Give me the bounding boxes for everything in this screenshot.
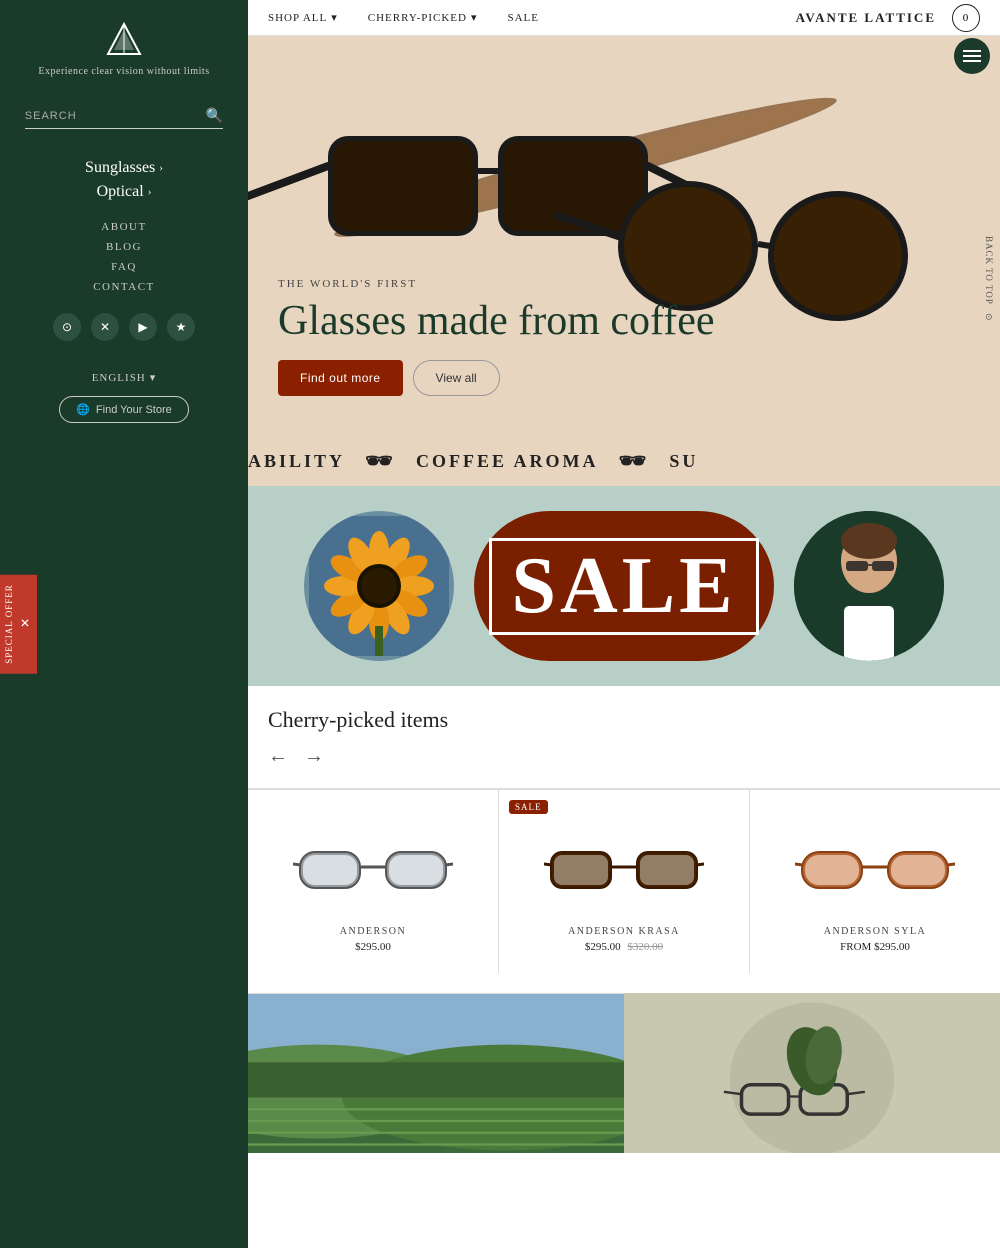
product-image-2 — [544, 830, 704, 910]
landscape-svg — [248, 994, 624, 1153]
search-input[interactable] — [25, 110, 206, 122]
bottom-sections — [248, 993, 1000, 1153]
hero-title: Glasses made from coffee — [278, 298, 715, 344]
search-button[interactable]: 🔍 — [206, 107, 223, 124]
product-card-2[interactable]: SALE ANDERSON KRASA $295.00 — [499, 790, 750, 973]
sale-text: SALE — [489, 538, 760, 635]
cherry-picked-title: Cherry-picked items — [268, 706, 448, 735]
globe-icon: 🌐 — [76, 403, 90, 416]
nav-shop-all[interactable]: SHOP ALL ▾ — [268, 11, 338, 24]
nav-faq[interactable]: FAQ — [111, 261, 137, 273]
search-bar[interactable]: 🔍 — [25, 107, 223, 129]
product-detail-svg — [624, 993, 1000, 1153]
sale-badge: SALE — [509, 800, 548, 814]
close-icon[interactable]: ✕ — [18, 615, 33, 630]
model-image — [794, 511, 944, 661]
sub-nav: ABOUT BLOG FAQ CONTACT — [93, 221, 155, 293]
find-store-button[interactable]: 🌐 Find Your Store — [59, 396, 189, 423]
cherry-picked-header: Cherry-picked items ← → — [248, 706, 1000, 789]
nav-sale[interactable]: SALE — [508, 12, 540, 24]
nav-optical[interactable]: Optical › — [97, 183, 152, 201]
nav-blog[interactable]: BLOG — [106, 241, 142, 253]
product-price-1: $295.00 — [355, 941, 391, 953]
sunflower-image — [309, 516, 449, 656]
sale-banner[interactable]: SALE — [248, 486, 1000, 686]
special-offer-tab[interactable]: SPECIAL OFFER ✕ — [0, 574, 37, 673]
youtube-icon[interactable]: ▶ — [129, 313, 157, 341]
product-name-1: ANDERSON — [340, 926, 406, 937]
top-navigation: SHOP ALL ▾ CHERRY-PICKED ▾ SALE AVANTE L… — [248, 0, 1000, 36]
brand-tagline: Experience clear vision without limits — [18, 66, 229, 77]
hero-subtitle: THE WORLD'S FIRST — [278, 278, 715, 290]
prev-arrow-button[interactable]: ← — [268, 745, 288, 768]
brand-name: AVANTE LATTICE — [796, 10, 936, 26]
products-row: ANDERSON $295.00 SALE — [248, 789, 1000, 973]
view-all-button[interactable]: View all — [413, 360, 500, 396]
product-price-2: $295.00 $320.00 — [585, 941, 663, 953]
nav-about[interactable]: ABOUT — [101, 221, 146, 233]
next-arrow-button[interactable]: → — [304, 745, 324, 768]
glasses-icon-2: 🕶 — [618, 448, 649, 474]
model-circle — [794, 511, 944, 661]
chevron-icon: › — [159, 162, 163, 174]
sale-pill[interactable]: SALE — [474, 511, 774, 661]
language-selector[interactable]: ENGLISH ▾ — [92, 371, 157, 384]
carousel-arrows: ← → — [268, 745, 448, 768]
marquee-content: ABILITY 🕶 COFFEE AROMA 🕶 SU — [248, 448, 698, 474]
main-nav: Sunglasses › Optical › — [85, 159, 163, 201]
cherry-picked-section: Cherry-picked items ← → — [248, 686, 1000, 993]
main-content: SHOP ALL ▾ CHERRY-PICKED ▾ SALE AVANTE L… — [248, 0, 1000, 1248]
nav-cherry-picked[interactable]: CHERRY-PICKED ▾ — [368, 11, 478, 24]
cart-button[interactable]: 0 — [952, 4, 980, 32]
glasses-icon-1: 🕶 — [365, 448, 396, 474]
nav-sunglasses[interactable]: Sunglasses › — [85, 159, 163, 177]
product-detail-image[interactable] — [624, 994, 1000, 1153]
product-card-3[interactable]: ANDERSON SYLA FROM $295.00 — [750, 790, 1000, 973]
instagram-icon[interactable]: ⊙ — [53, 313, 81, 341]
social-links: ⊙ ✕ ▶ ★ — [53, 313, 195, 341]
arrow-up-icon: ⊙ — [984, 313, 994, 322]
product-price-3: FROM $295.00 — [840, 941, 910, 953]
logo-area: Experience clear vision without limits — [18, 20, 229, 97]
landscape-image[interactable] — [248, 994, 624, 1153]
brand-logo-icon — [104, 20, 144, 60]
hero-text: THE WORLD'S FIRST Glasses made from coff… — [278, 278, 715, 396]
product-image-1 — [293, 830, 453, 910]
chevron-down-icon: ▾ — [471, 11, 478, 24]
product-name-3: ANDERSON SYLA — [824, 926, 927, 937]
sunflower-circle — [304, 511, 454, 661]
nav-contact[interactable]: CONTACT — [93, 281, 155, 293]
chevron-down-icon: ▾ — [150, 371, 157, 384]
hero-buttons: Find out more View all — [278, 360, 715, 396]
nav-right: AVANTE LATTICE 0 — [796, 4, 980, 32]
back-to-top[interactable]: BACK TO TOP ⊙ — [978, 236, 1000, 376]
menu-icon — [963, 50, 981, 62]
sidebar: Experience clear vision without limits 🔍… — [0, 0, 248, 1248]
product-card-1[interactable]: ANDERSON $295.00 — [248, 790, 499, 973]
hero-section: THE WORLD'S FIRST Glasses made from coff… — [248, 36, 1000, 436]
hamburger-menu-button[interactable] — [954, 38, 990, 74]
marquee-section: ABILITY 🕶 COFFEE AROMA 🕶 SU — [248, 436, 1000, 486]
star-icon[interactable]: ★ — [167, 313, 195, 341]
cherry-picked-title-block: Cherry-picked items ← → — [268, 706, 448, 768]
chevron-down-icon: ▾ — [331, 11, 338, 24]
find-out-more-button[interactable]: Find out more — [278, 360, 403, 396]
product-name-2: ANDERSON KRASA — [568, 926, 680, 937]
twitter-icon[interactable]: ✕ — [91, 313, 119, 341]
chevron-icon: › — [148, 186, 152, 198]
product-image-3 — [795, 830, 955, 910]
